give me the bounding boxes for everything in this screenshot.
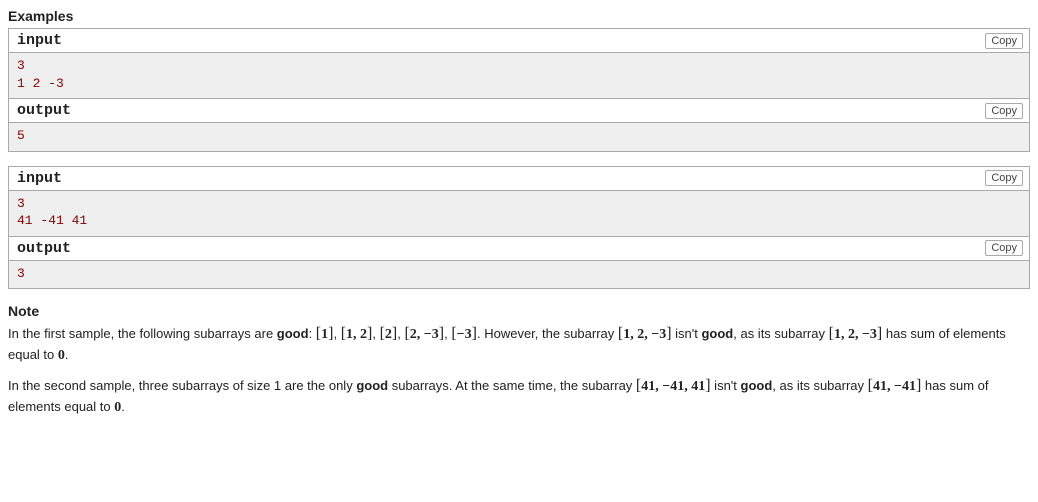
math-array: 2	[385, 327, 392, 342]
example-block: input Copy 3 41 -41 41 output Copy 3	[8, 166, 1030, 290]
bold-good: good	[701, 326, 733, 341]
example-block: input Copy 3 1 2 -3 output Copy 5	[8, 28, 1030, 152]
text: isn't	[711, 378, 741, 393]
bold-good: good	[356, 378, 388, 393]
math-array: 1, 2	[346, 327, 367, 342]
text: isn't	[672, 326, 702, 341]
math-bracket: ]	[328, 325, 333, 342]
math-bracket: ]	[392, 325, 397, 342]
bold-good: good	[741, 378, 773, 393]
input-content: 3 41 -41 41	[9, 191, 1029, 236]
math-array: 1, 2, −3	[834, 327, 877, 342]
input-header: input Copy	[9, 29, 1029, 53]
note-heading: Note	[8, 303, 1030, 319]
input-content: 3 1 2 -3	[9, 53, 1029, 98]
output-content: 3	[9, 261, 1029, 289]
text: , as its subarray	[733, 326, 828, 341]
math-array: 41, −41	[873, 379, 916, 394]
math-array: 2, −3	[410, 327, 439, 342]
text: , as its subarray	[772, 378, 867, 393]
copy-button[interactable]: Copy	[985, 103, 1023, 119]
bold-good: good	[277, 326, 309, 341]
copy-button[interactable]: Copy	[985, 240, 1023, 256]
output-label: output	[17, 102, 71, 119]
text: In the first sample, the following subar…	[8, 326, 277, 341]
note-paragraph-1: In the first sample, the following subar…	[8, 323, 1030, 365]
output-header: output Copy	[9, 98, 1029, 123]
output-header: output Copy	[9, 236, 1029, 261]
math-bracket: ]	[439, 325, 444, 342]
math-array: 1, 2, −3	[623, 327, 666, 342]
math-array: 41, −41, 41	[641, 379, 705, 394]
text: subarrays. At the same time, the subarra…	[388, 378, 636, 393]
math-zero: 0	[58, 348, 65, 363]
text: .	[65, 347, 69, 362]
input-header: input Copy	[9, 167, 1029, 191]
text: . However, the subarray	[477, 326, 618, 341]
output-content: 5	[9, 123, 1029, 151]
text: In the second sample, three subarrays of…	[8, 378, 356, 393]
copy-button[interactable]: Copy	[985, 170, 1023, 186]
math-bracket: ]	[367, 325, 372, 342]
examples-heading: Examples	[8, 8, 1030, 24]
text: :	[309, 326, 316, 341]
input-label: input	[17, 32, 62, 49]
text: .	[121, 399, 125, 414]
math-array: −3	[457, 327, 472, 342]
input-label: input	[17, 170, 62, 187]
output-label: output	[17, 240, 71, 257]
note-paragraph-2: In the second sample, three subarrays of…	[8, 375, 1030, 417]
copy-button[interactable]: Copy	[985, 33, 1023, 49]
